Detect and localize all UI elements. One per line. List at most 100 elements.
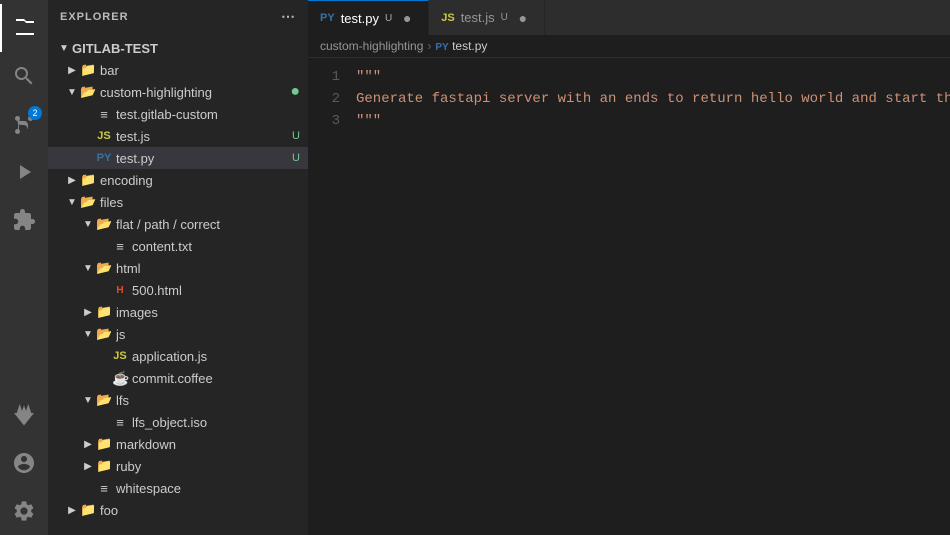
- bar-label: bar: [100, 63, 308, 78]
- editor-line-1: 1 """: [308, 66, 950, 88]
- foo-label: foo: [100, 503, 308, 518]
- js-folder-label: js: [116, 327, 308, 342]
- lfs-object-icon: ≡: [112, 415, 128, 430]
- sidebar-item-application-js[interactable]: ▶ JS application.js: [48, 345, 308, 367]
- ruby-folder-icon: 📁: [96, 458, 112, 474]
- sidebar-item-foo[interactable]: ▶ 📁 foo: [48, 499, 308, 521]
- sidebar-item-whitespace[interactable]: ▶ ≡ whitespace: [48, 477, 308, 499]
- bar-chevron: ▶: [64, 65, 80, 76]
- file-icon: ≡: [96, 107, 112, 122]
- tab-test-py-dirty: U: [385, 13, 392, 24]
- js-file-icon: JS: [96, 130, 112, 142]
- tab-test-py[interactable]: PY test.py U ●: [308, 0, 429, 35]
- account-icon[interactable]: [0, 439, 48, 487]
- images-folder-icon: 📁: [96, 304, 112, 320]
- test-js-badge: U: [292, 130, 300, 142]
- line-number-2: 2: [308, 88, 356, 110]
- sidebar-item-lfs[interactable]: ▼ 📂 lfs: [48, 389, 308, 411]
- sidebar-item-flat-path-correct[interactable]: ▼ 📂 flat / path / correct: [48, 213, 308, 235]
- editor-area: PY test.py U ● JS test.js U ● custom-hig…: [308, 0, 950, 535]
- folder-icon: 📁: [80, 62, 96, 78]
- html-file-icon: H: [112, 285, 128, 296]
- tab-js-icon: JS: [441, 12, 454, 24]
- git-badge: 2: [28, 106, 42, 120]
- settings-icon[interactable]: [0, 487, 48, 535]
- whitespace-icon: ≡: [96, 481, 112, 496]
- flat-path-label: flat / path / correct: [116, 217, 308, 232]
- sidebar-item-content-txt[interactable]: ▶ ≡ content.txt: [48, 235, 308, 257]
- activity-bar: 2: [0, 0, 48, 535]
- sidebar-item-images[interactable]: ▶ 📁 images: [48, 301, 308, 323]
- breadcrumb-part-2[interactable]: PY test.py: [435, 39, 487, 53]
- js-folder-icon: 📂: [96, 326, 112, 342]
- extensions-icon[interactable]: [0, 196, 48, 244]
- editor-line-3: 3 """: [308, 110, 950, 132]
- tab-py-icon: PY: [320, 12, 335, 24]
- sidebar-tree: ▼ GITLAB-TEST ▶ 📁 bar ▼ 📂 custom-highlig…: [48, 33, 308, 535]
- test-js-label: test.js: [116, 129, 292, 144]
- ruby-label: ruby: [116, 459, 308, 474]
- foo-folder-icon: 📁: [80, 502, 96, 518]
- sidebar-item-html[interactable]: ▼ 📂 html: [48, 257, 308, 279]
- files-folder-icon: 📂: [80, 194, 96, 210]
- sidebar-item-files[interactable]: ▼ 📂 files: [48, 191, 308, 213]
- sidebar-item-ruby[interactable]: ▶ 📁 ruby: [48, 455, 308, 477]
- files-icon[interactable]: [0, 4, 48, 52]
- whitespace-label: whitespace: [116, 481, 308, 496]
- line-content-3: """: [356, 110, 381, 132]
- content-txt-icon: ≡: [112, 239, 128, 254]
- content-txt-label: content.txt: [132, 239, 308, 254]
- sidebar-item-markdown[interactable]: ▶ 📁 markdown: [48, 433, 308, 455]
- tab-test-py-close[interactable]: ●: [398, 9, 416, 27]
- line-number-1: 1: [308, 66, 356, 88]
- flat-folder-icon: 📂: [96, 216, 112, 232]
- source-control-icon[interactable]: 2: [0, 100, 48, 148]
- html-folder-icon: 📂: [96, 260, 112, 276]
- tab-test-js-close[interactable]: ●: [514, 9, 532, 27]
- tab-test-js[interactable]: JS test.js U ●: [429, 0, 545, 35]
- root-folder[interactable]: ▼ GITLAB-TEST: [48, 37, 308, 59]
- sidebar-title: Explorer: [60, 11, 129, 23]
- py-file-icon: PY: [96, 152, 112, 164]
- files-label: files: [100, 195, 308, 210]
- new-file-icon[interactable]: ⋯: [281, 8, 296, 25]
- sidebar-item-test-js[interactable]: ▶ JS test.js U: [48, 125, 308, 147]
- editor-line-2: 2 Generate fastapi server with an ends t…: [308, 88, 950, 110]
- breadcrumb-separator: ›: [427, 39, 431, 53]
- sidebar-item-bar[interactable]: ▶ 📁 bar: [48, 59, 308, 81]
- sidebar-item-500-html[interactable]: ▶ H 500.html: [48, 279, 308, 301]
- sidebar-item-custom-highlighting[interactable]: ▼ 📂 custom-highlighting ●: [48, 81, 308, 103]
- html-label: html: [116, 261, 308, 276]
- tab-test-js-label: test.js: [461, 10, 495, 25]
- sidebar-item-encoding[interactable]: ▶ 📁 encoding: [48, 169, 308, 191]
- test-py-label: test.py: [116, 151, 292, 166]
- run-debug-icon[interactable]: [0, 148, 48, 196]
- root-chevron: ▼: [56, 43, 72, 54]
- lfs-folder-icon: 📂: [96, 392, 112, 408]
- sidebar-item-test-gitlab-custom[interactable]: ▶ ≡ test.gitlab-custom: [48, 103, 308, 125]
- editor-body[interactable]: 1 """ 2 Generate fastapi server with an …: [308, 58, 950, 535]
- sidebar-header: Explorer ⋯: [48, 0, 308, 33]
- flask-icon[interactable]: [0, 391, 48, 439]
- lfs-label: lfs: [116, 393, 308, 408]
- encoding-label: encoding: [100, 173, 308, 188]
- tab-test-py-label: test.py: [341, 11, 379, 26]
- test-py-badge: U: [292, 152, 300, 164]
- sidebar-item-lfs-object-iso[interactable]: ▶ ≡ lfs_object.iso: [48, 411, 308, 433]
- sidebar-header-icons: ⋯: [281, 8, 296, 25]
- images-label: images: [116, 305, 308, 320]
- line-content-1: """: [356, 66, 381, 88]
- encoding-folder-icon: 📁: [80, 172, 96, 188]
- 500-html-label: 500.html: [132, 283, 308, 298]
- custom-highlighting-chevron: ▼: [64, 87, 80, 98]
- commit-coffee-label: commit.coffee: [132, 371, 308, 386]
- search-icon[interactable]: [0, 52, 48, 100]
- sidebar-item-commit-coffee[interactable]: ▶ ☕ commit.coffee: [48, 367, 308, 389]
- breadcrumb: custom-highlighting › PY test.py: [308, 35, 950, 58]
- breadcrumb-part-1[interactable]: custom-highlighting: [320, 39, 423, 53]
- line-content-2: Generate fastapi server with an ends to …: [356, 88, 950, 110]
- test-gitlab-custom-label: test.gitlab-custom: [116, 107, 308, 122]
- sidebar-item-test-py[interactable]: ▶ PY test.py U: [48, 147, 308, 169]
- sidebar-item-js-folder[interactable]: ▼ 📂 js: [48, 323, 308, 345]
- breadcrumb-py-icon: PY: [435, 42, 448, 53]
